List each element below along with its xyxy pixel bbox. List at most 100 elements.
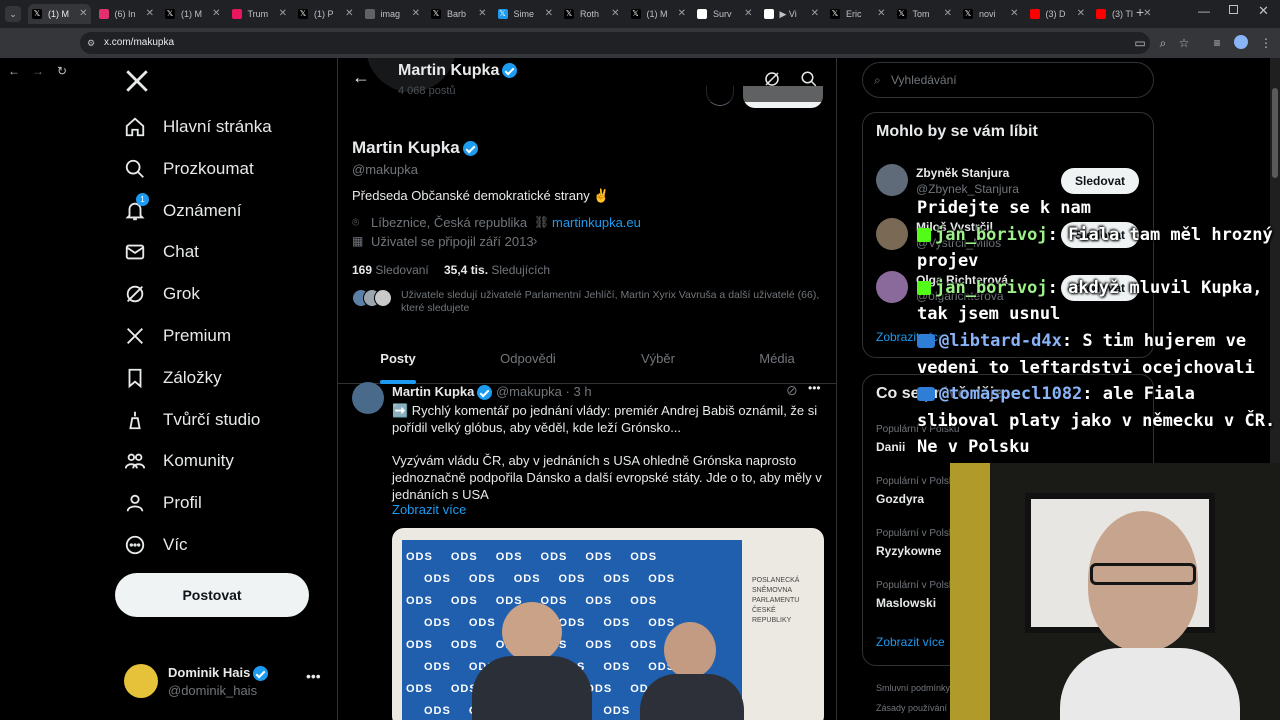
- close-icon[interactable]: ✕: [1077, 4, 1085, 24]
- close-icon[interactable]: ✕: [478, 4, 486, 24]
- back-arrow-icon[interactable]: ←: [352, 67, 370, 88]
- address-bar[interactable]: ⚙ x.com/makupka: [80, 32, 1150, 54]
- more-dots-icon[interactable]: •••: [808, 381, 821, 395]
- zoom-icon[interactable]: ⌕: [1155, 34, 1171, 52]
- reading-list-icon[interactable]: ≡: [1209, 34, 1225, 52]
- close-icon[interactable]: ✕: [1010, 4, 1018, 24]
- reload-icon[interactable]: ↻: [54, 62, 70, 80]
- followers-link[interactable]: 35,4 tis. Sledujících: [444, 263, 550, 277]
- new-tab-button[interactable]: +: [1136, 4, 1144, 20]
- grok-search-icon[interactable]: [763, 70, 781, 88]
- footer-rules[interactable]: Zásady používání: [876, 703, 947, 713]
- url-text: x.com/makupka: [104, 37, 175, 48]
- close-icon[interactable]: ✕: [744, 4, 752, 24]
- back-icon[interactable]: ←: [6, 62, 22, 80]
- ods-logo: ODS: [468, 617, 496, 629]
- close-icon[interactable]: ✕: [545, 4, 553, 24]
- nav-item-studio[interactable]: Tvůrčí studio: [122, 404, 260, 436]
- chat-line: sliboval platy jako v německu v ČR.: [917, 408, 1275, 434]
- account-switcher[interactable]: Dominik Hais @dominik_hais •••: [122, 662, 322, 702]
- close-icon[interactable]: ✕: [678, 4, 686, 24]
- profile-joined[interactable]: Uživatel se připojil září 2013: [371, 234, 534, 249]
- trends-more-link[interactable]: Zobrazit více: [876, 635, 945, 649]
- chat-username: jan_borivoj: [935, 277, 1048, 298]
- browser-tab[interactable]: 𝕏novi ✕: [959, 4, 1022, 24]
- close-icon[interactable]: ✕: [1143, 4, 1151, 24]
- follow-button[interactable]: Sledovat: [1061, 168, 1139, 194]
- minimize-button[interactable]: —: [1198, 4, 1210, 18]
- browser-tab[interactable]: (3) Tl ✕: [1092, 4, 1155, 24]
- followed-by-text[interactable]: Uživatele sledují uživatelé Parlamentní …: [401, 289, 821, 315]
- close-icon[interactable]: ✕: [146, 4, 154, 24]
- following-link[interactable]: 169 Sledovaní: [352, 263, 429, 277]
- close-icon[interactable]: ✕: [877, 4, 885, 24]
- account-handle: @dominik_hais: [168, 683, 258, 698]
- browser-tab[interactable]: 𝕏 Tom ✕: [893, 4, 956, 24]
- browser-tab[interactable]: imag ✕: [361, 4, 424, 24]
- browser-tab[interactable]: 𝕏 (1) M ✕: [28, 4, 91, 24]
- nav-item-person[interactable]: Profil: [122, 487, 202, 519]
- browser-tab[interactable]: 𝕏 Barb ✕: [427, 4, 490, 24]
- restore-button[interactable]: [1229, 5, 1238, 14]
- post-image[interactable]: ODS ODS ODS ODS ODS ODS ODS ODS ODS ODS ODS ODS ODS O…: [392, 528, 824, 720]
- more-icon: [122, 532, 148, 558]
- profile-avatar-icon[interactable]: [1234, 35, 1248, 49]
- nav-item-bookmark[interactable]: Záložky: [122, 362, 222, 394]
- nav-item-grok[interactable]: Grok: [122, 278, 200, 310]
- close-icon[interactable]: ✕: [412, 4, 420, 24]
- browser-tab[interactable]: (3) D ✕: [1026, 4, 1089, 24]
- post-handle: @makupka: [495, 384, 562, 399]
- nav-item-people[interactable]: Komunity: [122, 445, 234, 477]
- ods-logo: ODS: [630, 639, 658, 651]
- nav-item-more[interactable]: Víc: [122, 529, 188, 561]
- search-icon[interactable]: [800, 70, 818, 88]
- trend-name[interactable]: Ryzykowne: [876, 544, 941, 558]
- post-time[interactable]: 3 h: [573, 384, 591, 399]
- profile-website[interactable]: martinkupka.eu: [552, 215, 641, 230]
- browser-tab[interactable]: Trum ✕: [228, 4, 291, 24]
- site-info-icon[interactable]: ⚙: [87, 32, 95, 54]
- nav-item-bell[interactable]: 1 Oznámení: [122, 192, 241, 227]
- close-icon[interactable]: ✕: [345, 4, 353, 24]
- browser-tab[interactable]: 𝕏 (1) M ✕: [627, 4, 690, 24]
- browser-tab[interactable]: 𝕏 Sime ✕: [494, 4, 557, 24]
- close-icon[interactable]: ✕: [611, 4, 619, 24]
- browser-tab[interactable]: Surv ✕: [693, 4, 756, 24]
- browser-tab[interactable]: (6) In ✕: [95, 4, 158, 24]
- close-icon[interactable]: ✕: [811, 4, 819, 24]
- scrollbar-thumb[interactable]: [1272, 88, 1278, 178]
- browser-tab[interactable]: 𝕏 Roth ✕: [560, 4, 623, 24]
- trend-name[interactable]: Gozdyra: [876, 492, 924, 506]
- post-button[interactable]: Postovat: [115, 573, 309, 617]
- bookmark-star-icon[interactable]: ☆: [1176, 34, 1192, 52]
- trend-name[interactable]: Danii: [876, 440, 905, 454]
- nav-item-search[interactable]: Prozkoumat: [122, 153, 254, 185]
- grok-icon[interactable]: ⊘: [786, 382, 798, 399]
- close-icon[interactable]: ✕: [79, 4, 87, 24]
- close-icon[interactable]: ✕: [279, 4, 287, 24]
- chat-username: @tomaspecl1082: [939, 384, 1083, 405]
- nav-item-home[interactable]: Hlavní stránka: [122, 111, 272, 143]
- close-icon[interactable]: ✕: [212, 4, 220, 24]
- search-input[interactable]: ⌕ Vyhledávání: [862, 62, 1154, 98]
- post-author[interactable]: Martin Kupka: [392, 384, 474, 399]
- browser-tab[interactable]: 𝕏 (1) P ✕: [294, 4, 357, 24]
- close-icon[interactable]: ✕: [944, 4, 952, 24]
- show-more-link[interactable]: Zobrazit více: [392, 502, 466, 517]
- tab-search-button[interactable]: ⌄: [5, 6, 21, 22]
- forward-icon[interactable]: →: [30, 62, 46, 80]
- close-window-button[interactable]: ✕: [1258, 3, 1269, 19]
- nav-item-mail[interactable]: Chat: [122, 236, 199, 268]
- trend-name[interactable]: Maslowski: [876, 596, 936, 610]
- browser-tab[interactable]: 𝕏 (1) M ✕: [161, 4, 224, 24]
- cast-icon[interactable]: ▭: [1132, 34, 1148, 52]
- post[interactable]: Martin Kupka @makupka · 3 h ⊘ ••• ➡️ Ryc…: [338, 376, 836, 720]
- nav-item-x[interactable]: Premium: [122, 320, 231, 352]
- more-dots-icon[interactable]: •••: [306, 668, 321, 684]
- footer-terms[interactable]: Smluvní podmínky: [876, 683, 950, 693]
- browser-tab[interactable]: 𝕏 Eric ✕: [826, 4, 889, 24]
- menu-icon[interactable]: ⋮: [1258, 34, 1274, 52]
- x-logo-icon[interactable]: [124, 68, 150, 94]
- person-left-suit: [472, 656, 592, 720]
- browser-tab[interactable]: ▶ Vi ✕: [760, 4, 823, 24]
